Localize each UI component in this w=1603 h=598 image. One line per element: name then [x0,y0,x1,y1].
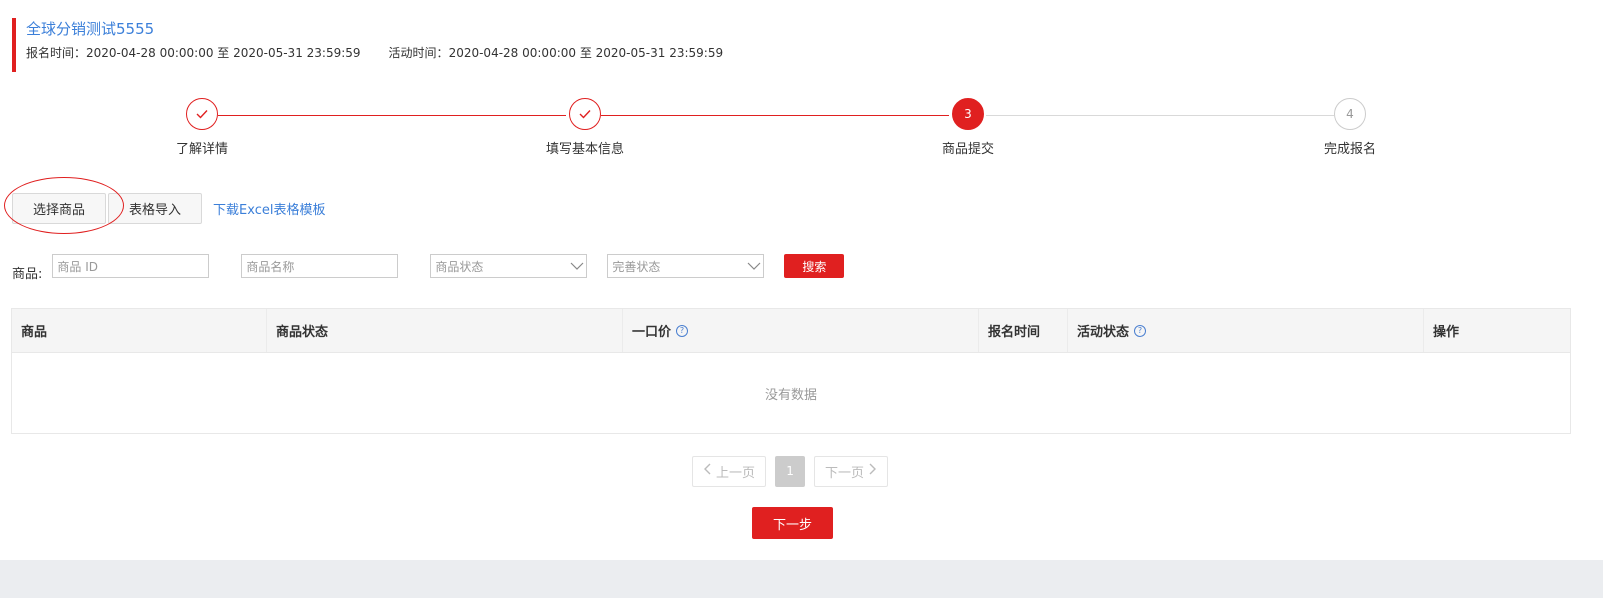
prev-page-label: 上一页 [716,465,756,481]
table-header: 商品 商品状态 一口价? 报名时间 活动状态? 操作 [12,309,1570,353]
step-label-4: 完成报名 [1323,142,1376,157]
chevron-left-icon [703,463,713,479]
activity-time-value: 2020-04-28 00:00:00 至 2020-05-31 23:59:5… [448,46,724,60]
next-page-label: 下一页 [825,465,865,481]
col-signup-time-label: 报名时间 [988,325,1041,340]
goods-id-input[interactable]: 商品 ID [52,254,210,278]
select-goods-button[interactable]: 选择商品 [12,192,107,224]
col-activity-status: 活动状态? [1068,309,1424,352]
pagination: 上一页 1 下一页 [692,455,889,487]
col-activity-status-label: 活动状态 [1077,325,1130,340]
chevron-down-icon [570,260,584,272]
signup-time-value: 2020-04-28 00:00:00 至 2020-05-31 23:59:5… [86,46,361,60]
goods-table: 商品 商品状态 一口价? 报名时间 活动状态? 操作 没有数据 [11,308,1571,434]
progress-steps: 了解详情 填写基本信息 3 商品提交 4 完成报名 [0,98,1603,158]
complete-status-value: 完善状态 [612,259,661,274]
empty-state: 没有数据 [764,387,817,403]
goods-toolbar: 选择商品 表格导入 下载Excel表格模板 [12,192,325,224]
activity-time-label: 活动时间： [388,46,449,60]
activity-title: 全球分销测试5555 [26,20,155,38]
goods-status-value: 商品状态 [435,259,484,274]
chevron-right-icon [867,463,877,479]
step-4: 4 完成报名 [1270,98,1430,157]
col-goods-status-label: 商品状态 [276,325,329,340]
step-label-2: 填写基本信息 [545,142,624,157]
filter-bar: 商品: 商品 ID 商品名称 商品状态 完善状态 搜索 [12,254,845,282]
search-button[interactable]: 搜索 [784,254,845,278]
step-label-1: 了解详情 [175,142,228,157]
col-goods: 商品 [12,309,267,352]
step-1: 了解详情 [122,98,282,157]
download-template-link[interactable]: 下载Excel表格模板 [213,199,325,218]
step-number-3: 3 [952,98,984,130]
filter-label: 商品: [12,266,43,282]
col-goods-label: 商品 [21,325,48,340]
col-fixed-price-label: 一口价 [632,325,672,340]
signup-time-label: 报名时间： [26,46,87,60]
chevron-down-icon [747,260,761,272]
step-3: 3 商品提交 [888,98,1048,157]
col-actions: 操作 [1424,309,1570,352]
question-icon[interactable]: ? [1134,324,1147,337]
prev-page-button[interactable]: 上一页 [692,455,767,487]
step-2: 填写基本信息 [505,98,665,157]
page-number[interactable]: 1 [775,455,806,487]
goods-name-input[interactable]: 商品名称 [241,254,399,278]
main-card: 全球分销测试5555 报名时间：2020-04-28 00:00:00 至 20… [0,0,1603,560]
activity-header: 全球分销测试5555 报名时间：2020-04-28 00:00:00 至 20… [12,18,723,72]
check-icon [186,98,218,130]
check-icon [569,98,601,130]
goods-status-select[interactable]: 商品状态 [430,254,588,278]
question-icon[interactable]: ? [676,324,689,337]
import-table-button[interactable]: 表格导入 [108,192,203,224]
complete-status-select[interactable]: 完善状态 [607,254,765,278]
col-goods-status: 商品状态 [267,309,623,352]
col-actions-label: 操作 [1433,325,1460,340]
step-label-3: 商品提交 [941,142,994,157]
next-step-button[interactable]: 下一步 [752,507,833,539]
col-fixed-price: 一口价? [623,309,979,352]
next-page-button[interactable]: 下一页 [814,455,889,487]
step-number-4: 4 [1334,98,1366,130]
activity-times: 报名时间：2020-04-28 00:00:00 至 2020-05-31 23… [26,44,723,62]
col-signup-time: 报名时间 [979,309,1068,352]
